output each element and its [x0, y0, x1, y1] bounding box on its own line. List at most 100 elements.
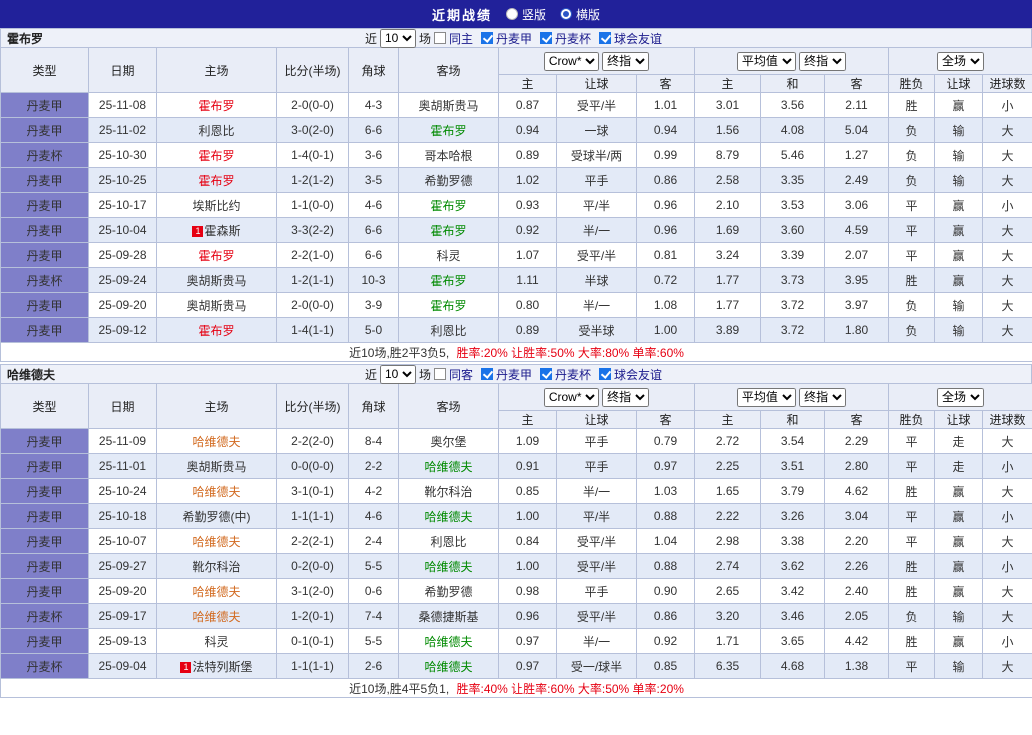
home-team-name[interactable]: 哈维德夫 [192, 610, 240, 624]
home-team-name[interactable]: 奥胡斯贵马 [186, 460, 246, 474]
home-team-name[interactable]: 奥胡斯贵马 [186, 274, 246, 288]
score-cell[interactable]: 1-1(1-1) [276, 653, 349, 679]
score-cell[interactable]: 1-2(0-1) [276, 603, 349, 629]
radio-horizontal-icon[interactable] [560, 8, 572, 20]
away-team-name[interactable]: 奥胡斯贵马 [418, 99, 478, 113]
score-cell[interactable]: 1-1(1-1) [276, 503, 349, 529]
goals-result-cell: 小 [982, 92, 1032, 118]
score-cell[interactable]: 1-2(1-2) [276, 167, 349, 193]
ah-line-cell: 平/半 [556, 192, 637, 218]
score-cell[interactable]: 2-2(2-1) [276, 528, 349, 554]
scope-select[interactable]: 全场 [937, 387, 985, 407]
away-team-name[interactable]: 霍布罗 [430, 299, 466, 313]
away-team-name[interactable]: 哈维德夫 [424, 560, 472, 574]
corners-cell: 3-9 [348, 292, 399, 318]
league-checkbox-cup[interactable] [540, 368, 553, 380]
bookmaker-select[interactable]: Crow* [543, 387, 599, 407]
goals-result-cell: 小 [982, 628, 1032, 654]
away-team-name[interactable]: 科灵 [436, 249, 460, 263]
away-team-name[interactable]: 利恩比 [430, 324, 466, 338]
home-team-name[interactable]: 科灵 [204, 635, 228, 649]
score-cell[interactable]: 3-1(2-0) [276, 578, 349, 604]
score-cell[interactable]: 2-2(1-0) [276, 242, 349, 268]
ah-away-odds-cell: 1.01 [636, 92, 695, 118]
score-cell[interactable]: 2-0(0-0) [276, 92, 349, 118]
home-team-name[interactable]: 哈维德夫 [192, 535, 240, 549]
home-team-name[interactable]: 霍布罗 [198, 99, 234, 113]
euro-source-select[interactable]: 平均值 [736, 387, 796, 407]
away-team-name[interactable]: 霍布罗 [430, 199, 466, 213]
ah-home-odds-cell: 0.80 [498, 292, 557, 318]
away-team-name[interactable]: 靴尔科治 [424, 485, 472, 499]
away-team-name[interactable]: 利恩比 [430, 535, 466, 549]
away-team-name[interactable]: 哥本哈根 [424, 149, 472, 163]
away-team-name[interactable]: 哈维德夫 [424, 510, 472, 524]
home-team-name[interactable]: 霍森斯 [204, 224, 240, 238]
home-team-name[interactable]: 霍布罗 [198, 149, 234, 163]
scope-group-header: 全场 [888, 383, 1032, 411]
home-team-name[interactable]: 霍布罗 [198, 324, 234, 338]
home-team-name[interactable]: 法特列斯堡 [192, 660, 252, 674]
score-cell[interactable]: 1-4(1-1) [276, 317, 349, 343]
league-checkbox-cup[interactable] [540, 32, 553, 44]
home-team-name[interactable]: 哈维德夫 [192, 485, 240, 499]
away-team-name[interactable]: 霍布罗 [430, 224, 466, 238]
same-venue-checkbox[interactable] [433, 368, 446, 380]
ah-home-odds-cell: 1.00 [498, 503, 557, 529]
view-option-vertical[interactable]: 竖版 [505, 6, 546, 23]
away-team-name[interactable]: 哈维德夫 [424, 635, 472, 649]
away-team-name[interactable]: 桑德捷斯基 [418, 610, 478, 624]
home-team-name[interactable]: 霍布罗 [198, 249, 234, 263]
radio-vertical-icon[interactable] [505, 8, 518, 20]
handicap-result-cell: 赢 [934, 267, 984, 293]
away-team-name[interactable]: 奥尔堡 [430, 435, 466, 449]
score-cell[interactable]: 0-1(0-1) [276, 628, 349, 654]
score-cell[interactable]: 3-0(2-0) [276, 117, 349, 143]
home-team-name[interactable]: 希勤罗德(中) [183, 510, 251, 524]
league-cell: 丹麦甲 [0, 578, 89, 604]
scope-select[interactable]: 全场 [937, 51, 985, 71]
away-team-name[interactable]: 霍布罗 [430, 124, 466, 138]
euro-stage-select[interactable]: 终指 [799, 51, 847, 71]
near-label: 近 [364, 31, 377, 46]
away-team-name[interactable]: 希勤罗德 [424, 174, 472, 188]
away-team-name[interactable]: 哈维德夫 [424, 460, 472, 474]
eu-draw-odds-cell: 3.35 [760, 167, 825, 193]
match-count-select[interactable]: 10 [379, 28, 416, 48]
score-cell[interactable]: 1-1(0-0) [276, 192, 349, 218]
euro-source-select[interactable]: 平均值 [736, 51, 796, 71]
ah-home-odds-cell: 1.07 [498, 242, 557, 268]
league-checkbox-danish1[interactable] [481, 32, 493, 44]
score-cell[interactable]: 2-2(2-0) [276, 428, 349, 454]
league-checkbox-friendly[interactable] [599, 368, 612, 380]
score-cell[interactable]: 0-0(0-0) [276, 453, 349, 479]
euro-stage-select[interactable]: 终指 [799, 387, 847, 407]
score-cell[interactable]: 0-2(0-0) [276, 553, 349, 579]
home-team-name[interactable]: 哈维德夫 [192, 585, 240, 599]
score-cell[interactable]: 2-0(0-0) [276, 292, 349, 318]
home-team-cell: 奥胡斯贵马 [156, 453, 277, 479]
ah-away-odds-cell: 0.81 [636, 242, 695, 268]
home-team-name[interactable]: 利恩比 [198, 124, 234, 138]
same-venue-checkbox[interactable] [433, 32, 446, 44]
away-team-name[interactable]: 希勤罗德 [424, 585, 472, 599]
match-count-select[interactable]: 10 [379, 364, 416, 384]
score-cell[interactable]: 1-4(0-1) [276, 142, 349, 168]
home-team-name[interactable]: 奥胡斯贵马 [186, 299, 246, 313]
score-cell[interactable]: 3-1(0-1) [276, 478, 349, 504]
asian-stage-select[interactable]: 终指 [602, 51, 650, 71]
away-team-name[interactable]: 哈维德夫 [424, 660, 472, 674]
score-cell[interactable]: 3-3(2-2) [276, 217, 349, 243]
bookmaker-select[interactable]: Crow* [543, 51, 599, 71]
league-checkbox-friendly[interactable] [599, 32, 612, 44]
home-team-name[interactable]: 哈维德夫 [192, 435, 240, 449]
away-team-name[interactable]: 霍布罗 [430, 274, 466, 288]
league-checkbox-danish1[interactable] [481, 368, 493, 380]
home-team-name[interactable]: 埃斯比约 [192, 199, 240, 213]
eu-away-odds-cell: 2.49 [823, 167, 890, 193]
score-cell[interactable]: 1-2(1-1) [276, 267, 349, 293]
asian-stage-select[interactable]: 终指 [602, 387, 650, 407]
view-option-horizontal[interactable]: 横版 [560, 6, 600, 23]
home-team-name[interactable]: 霍布罗 [198, 174, 234, 188]
home-team-name[interactable]: 靴尔科治 [192, 560, 240, 574]
